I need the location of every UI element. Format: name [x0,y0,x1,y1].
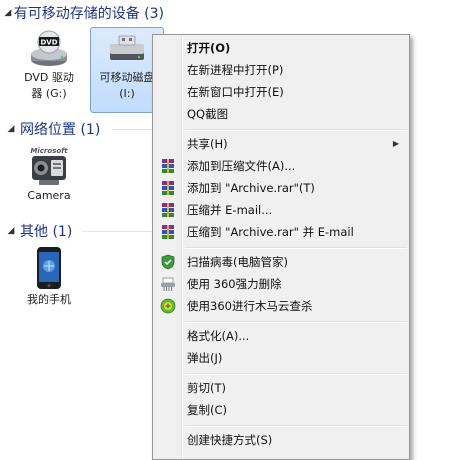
menu-separator [185,321,407,323]
dvd-drive-label: DVD 驱动 器 (G:) [24,71,74,100]
menu-item-trojan-scan[interactable]: 使用360进行木马云查杀 [155,295,407,317]
winrar-icon [162,203,174,217]
menu-item-copy[interactable]: 复制(C) [155,399,407,421]
group-divider [82,231,152,232]
menu-item-label: 打开(O) [187,41,231,55]
menu-item-scan-virus[interactable]: 扫描病毒(电脑管家) [155,251,407,273]
collapse-arrow-icon[interactable]: ◢ [4,226,18,236]
menu-item-compress-rar-email[interactable]: 压缩到 "Archive.rar" 并 E-mail [155,221,407,243]
submenu-arrow-icon: ▶ [392,139,399,148]
menu-item-label: QQ截图 [187,107,229,121]
menu-item-force-delete[interactable]: 使用 360强力删除 [155,273,407,295]
group-title: 网络位置 (1) [20,122,101,138]
menu-separator [185,425,407,427]
group-title: 其他 (1) [20,224,73,240]
menu-separator [185,373,407,375]
security-360-icon [160,298,176,314]
menu-separator [185,247,407,249]
menu-item-add-to-archive[interactable]: 添加到压缩文件(A)... [155,155,407,177]
menu-item-cut[interactable]: 剪切(T) [155,377,407,399]
winrar-icon [162,181,174,195]
menu-item-label: 弹出(J) [187,351,223,365]
menu-item-label: 复制(C) [187,403,228,417]
menu-item-compress-email[interactable]: 压缩并 E-mail... [155,199,407,221]
menu-item-qq-screenshot[interactable]: QQ截图 [155,103,407,125]
menu-item-label: 压缩并 E-mail... [187,203,273,217]
menu-item-open-new-window[interactable]: 在新窗口中打开(E) [155,81,407,103]
menu-item-share[interactable]: 共享(H) ▶ [155,133,407,155]
camera-label: Camera [27,189,71,202]
collapse-arrow-icon[interactable]: ◢ [4,8,12,18]
menu-item-label: 压缩到 "Archive.rar" 并 E-mail [187,225,354,239]
menu-item-eject[interactable]: 弹出(J) [155,347,407,369]
phone-item[interactable]: 我的手机 [14,246,84,312]
menu-item-open[interactable]: 打开(O) [155,37,407,59]
group-divider [112,129,152,130]
menu-item-label: 创建快捷方式(S) [187,433,273,447]
menu-item-add-to-archive-rar[interactable]: 添加到 "Archive.rar"(T) [155,177,407,199]
webcam-icon: Microsoft [30,147,68,185]
dvd-drive-item[interactable]: DVD DVD 驱动 器 (G:) [14,28,84,112]
shield-icon [161,254,175,270]
dvd-disc-text: DVD [40,39,57,47]
collapse-arrow-icon[interactable]: ◢ [4,124,18,134]
menu-separator [185,129,407,131]
removable-disk-icon [110,35,144,60]
winrar-icon [162,159,174,173]
menu-item-label: 共享(H) [187,137,228,151]
shredder-icon [161,277,175,291]
menu-item-label: 使用360进行木马云查杀 [187,299,313,313]
menu-item-label: 在新窗口中打开(E) [187,85,284,99]
menu-item-label: 在新进程中打开(P) [187,63,284,77]
menu-item-label: 剪切(T) [187,381,226,395]
mobile-phone-icon [37,247,61,289]
menu-item-label: 添加到 "Archive.rar"(T) [187,181,315,195]
menu-item-label: 使用 360强力删除 [187,277,282,291]
group-title: 有可移动存储的设备 (3) [13,6,164,22]
dvd-drive-icon: DVD [31,30,67,66]
winrar-icon [162,225,174,239]
menu-item-label: 扫描病毒(电脑管家) [187,255,288,269]
group-header-removable[interactable]: ◢ 有可移动存储的设备 (3) [4,2,164,24]
camera-brand-text: Microsoft [30,147,68,155]
menu-item-label: 添加到压缩文件(A)... [187,159,296,173]
menu-item-format[interactable]: 格式化(A)... [155,325,407,347]
phone-label: 我的手机 [27,293,71,306]
menu-item-open-new-process[interactable]: 在新进程中打开(P) [155,59,407,81]
context-menu: 打开(O) 在新进程中打开(P) 在新窗口中打开(E) QQ截图 共享(H) ▶ … [152,34,410,460]
menu-item-label: 格式化(A)... [187,329,250,343]
menu-item-create-shortcut[interactable]: 创建快捷方式(S) [155,429,407,451]
camera-item[interactable]: Microsoft Camera [14,146,84,212]
